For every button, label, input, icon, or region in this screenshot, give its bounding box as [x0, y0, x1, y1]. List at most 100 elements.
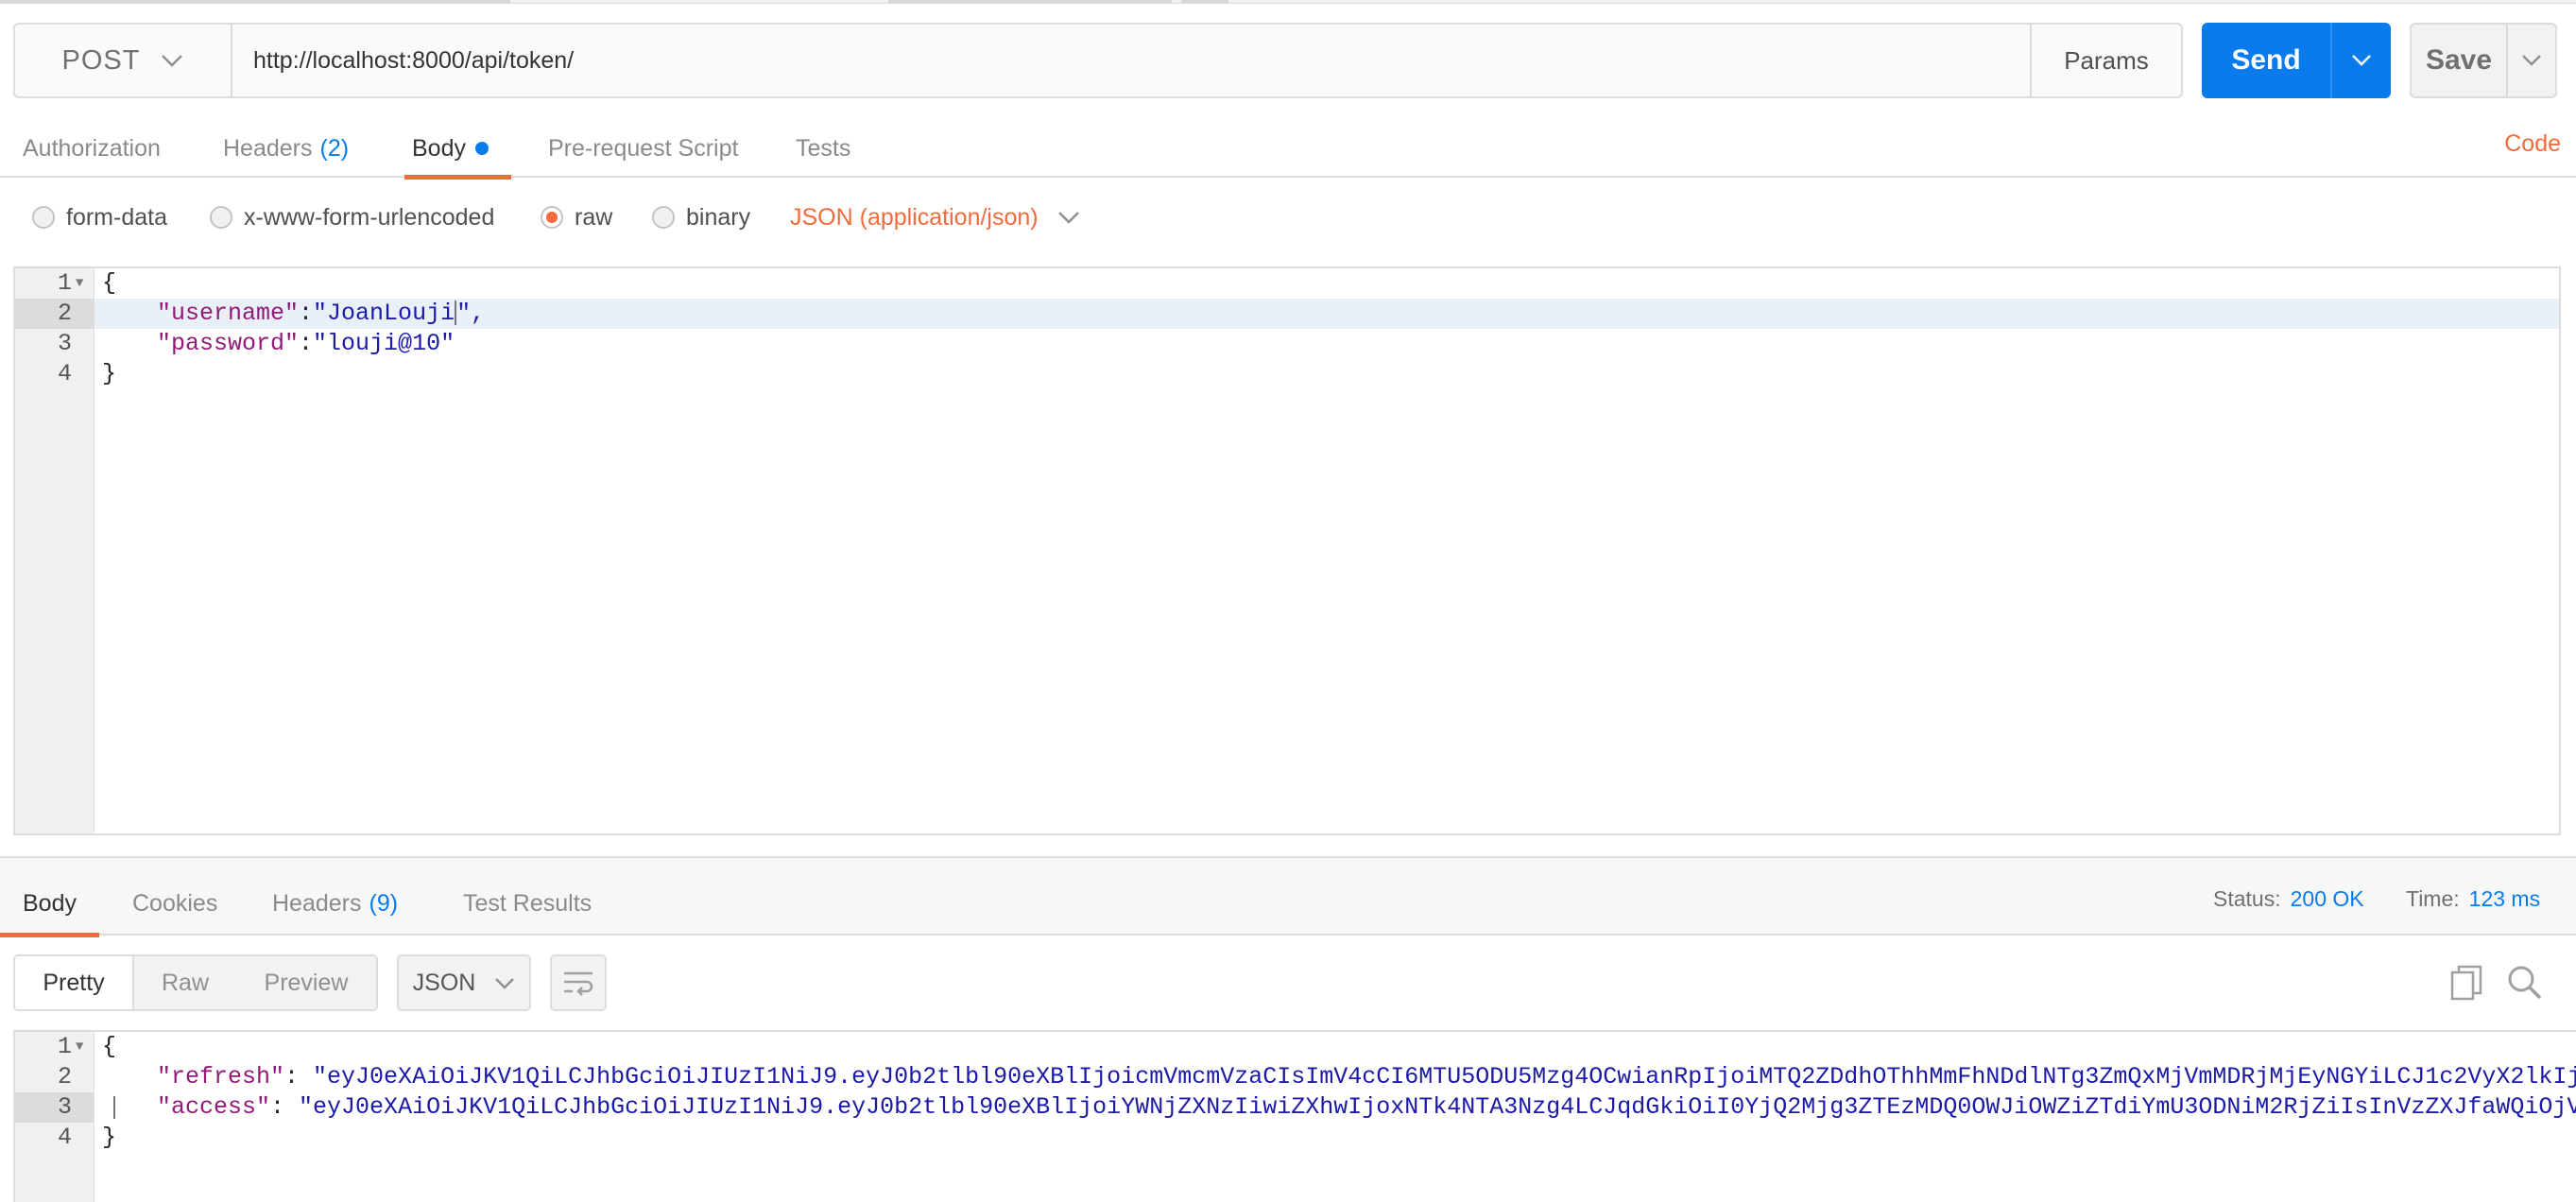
- send-button[interactable]: Send: [2202, 23, 2330, 98]
- headers-count-badge: (2): [319, 134, 350, 162]
- tab-label: Body: [23, 889, 77, 917]
- brace: {: [102, 1033, 117, 1060]
- response-body-viewer[interactable]: 1 ▼ { 2 "refresh": "eyJ0eXAiOiJKV1QiLCJh…: [13, 1030, 2576, 1202]
- time-value: 123 ms: [2468, 886, 2541, 911]
- brace: }: [102, 360, 117, 387]
- button-label: Preview: [264, 969, 349, 996]
- method-label: POST: [61, 44, 141, 76]
- code-line: 4 }: [15, 1123, 2576, 1153]
- line-number: 1: [57, 269, 72, 297]
- chevron-down-icon: [2352, 55, 2371, 66]
- time-label: Time:: [2406, 886, 2460, 911]
- view-preview-button[interactable]: Preview: [236, 956, 376, 1009]
- line-number: 3: [15, 1092, 94, 1123]
- wrap-lines-button[interactable]: [550, 954, 607, 1011]
- radio-label: form-data: [66, 203, 167, 231]
- chevron-down-icon: [2522, 55, 2541, 66]
- radio-circle-selected: [541, 206, 563, 229]
- tab-label: Headers: [272, 889, 362, 917]
- line-number: 2: [57, 1063, 72, 1090]
- fold-arrow-icon[interactable]: ▼: [76, 1032, 83, 1062]
- search-button[interactable]: [2506, 964, 2544, 1002]
- tab-test-results[interactable]: Test Results: [463, 871, 592, 936]
- code-text: "username":"JoanLouji",: [157, 299, 485, 329]
- request-tabs: Authorization Headers (2) Body Pre-reques…: [0, 119, 2576, 180]
- tab-authorization[interactable]: Authorization: [23, 119, 161, 178]
- code-line-active: 2 "username":"JoanLouji",: [15, 299, 2559, 329]
- code-line: 3 "password":"louji@10": [15, 329, 2559, 359]
- radio-circle: [32, 206, 55, 229]
- response-format-dropdown[interactable]: JSON: [397, 954, 531, 1011]
- line-number: 1: [57, 1033, 72, 1060]
- brace: }: [102, 1124, 117, 1151]
- radio-urlencoded[interactable]: x-www-form-urlencoded: [210, 189, 494, 246]
- radio-binary[interactable]: binary: [652, 189, 750, 246]
- radio-form-data[interactable]: form-data: [32, 189, 167, 246]
- tab-strip-segment: [0, 0, 510, 3]
- tab-response-headers[interactable]: Headers (9): [272, 871, 398, 936]
- copy-button[interactable]: [2447, 964, 2485, 1002]
- search-icon: [2508, 966, 2542, 1000]
- json-string: "JoanLouji: [313, 300, 455, 327]
- tab-strip-segment: [888, 0, 1172, 3]
- response-time: Time: 123 ms: [2406, 886, 2540, 912]
- view-pretty-button[interactable]: Pretty: [15, 956, 134, 1009]
- code-text: "password":"louji@10": [157, 329, 455, 359]
- line-number: 2: [15, 299, 94, 329]
- tab-response-body[interactable]: Body: [0, 871, 99, 937]
- wrap-lines-icon: [564, 971, 593, 996]
- params-button[interactable]: Params: [2030, 25, 2181, 96]
- json-key: "refresh": [157, 1063, 285, 1090]
- send-button-group: Send: [2202, 23, 2391, 98]
- request-body-editor[interactable]: 1 ▼ { 2 "username":"JoanLouji", 3 "passw…: [13, 266, 2561, 835]
- radio-label: raw: [575, 203, 613, 231]
- chevron-down-icon: [1057, 212, 1079, 224]
- button-label: Raw: [161, 969, 209, 996]
- body-type-selector: form-data x-www-form-urlencoded raw bina…: [0, 189, 2576, 246]
- line-number: 4: [57, 360, 72, 387]
- brace: {: [102, 269, 117, 297]
- code-line-active: 3 "access": "eyJ0eXAiOiJKV1QiLCJhbGciOiJ…: [15, 1092, 2576, 1123]
- tab-strip-segment: [1181, 0, 1228, 3]
- view-mode-selector: Pretty Raw Preview: [13, 954, 378, 1011]
- save-dropdown-button[interactable]: [2506, 25, 2555, 96]
- code-link[interactable]: Code: [2504, 130, 2561, 158]
- save-button-group: Save: [2410, 23, 2557, 98]
- tab-tests[interactable]: Tests: [796, 119, 850, 178]
- text-cursor: [113, 1096, 115, 1119]
- tab-body[interactable]: Body: [404, 119, 511, 180]
- radio-raw[interactable]: raw: [541, 189, 612, 246]
- json-string: "louji@10": [313, 330, 455, 357]
- send-dropdown-button[interactable]: [2330, 23, 2391, 98]
- url-input[interactable]: [232, 25, 2030, 96]
- colon: :: [270, 1093, 300, 1121]
- json-key: "password": [157, 330, 300, 357]
- tab-label: Body: [412, 134, 466, 162]
- view-raw-button[interactable]: Raw: [134, 956, 236, 1009]
- code-line: 1 ▼ {: [15, 268, 2559, 299]
- chevron-down-icon: [495, 977, 515, 989]
- tab-headers[interactable]: Headers (2): [223, 119, 349, 178]
- json-key: "username": [157, 300, 300, 327]
- content-type-label: JSON (application/json): [790, 203, 1039, 231]
- json-key: "access": [157, 1093, 271, 1121]
- save-button[interactable]: Save: [2412, 25, 2506, 96]
- radio-circle: [652, 206, 675, 229]
- code-text: "access": "eyJ0eXAiOiJKV1QiLCJhbGciOiJIU…: [157, 1092, 2576, 1123]
- button-label: Pretty: [43, 969, 105, 996]
- content-type-dropdown[interactable]: JSON (application/json): [790, 189, 1080, 246]
- response-status: Status: 200 OK: [2213, 886, 2364, 912]
- json-string: "eyJ0eXAiOiJKV1QiLCJhbGciOiJIUzI1NiJ9.ey…: [299, 1093, 2576, 1121]
- tab-cookies[interactable]: Cookies: [132, 871, 217, 936]
- code-line: 1 ▼ {: [15, 1032, 2576, 1062]
- radio-label: binary: [686, 203, 751, 231]
- response-tabs: Body Cookies Headers (9) Test Results Sta…: [0, 856, 2576, 937]
- line-number: 4: [57, 1124, 72, 1151]
- tab-prerequest-script[interactable]: Pre-request Script: [548, 119, 738, 178]
- json-string: ",: [456, 300, 486, 327]
- fold-arrow-icon[interactable]: ▼: [76, 268, 83, 299]
- save-label: Save: [2425, 44, 2493, 76]
- colon: :: [284, 1063, 314, 1090]
- code-text: "refresh": "eyJ0eXAiOiJKV1QiLCJhbGciOiJI…: [157, 1062, 2576, 1092]
- method-selector[interactable]: POST: [15, 25, 232, 96]
